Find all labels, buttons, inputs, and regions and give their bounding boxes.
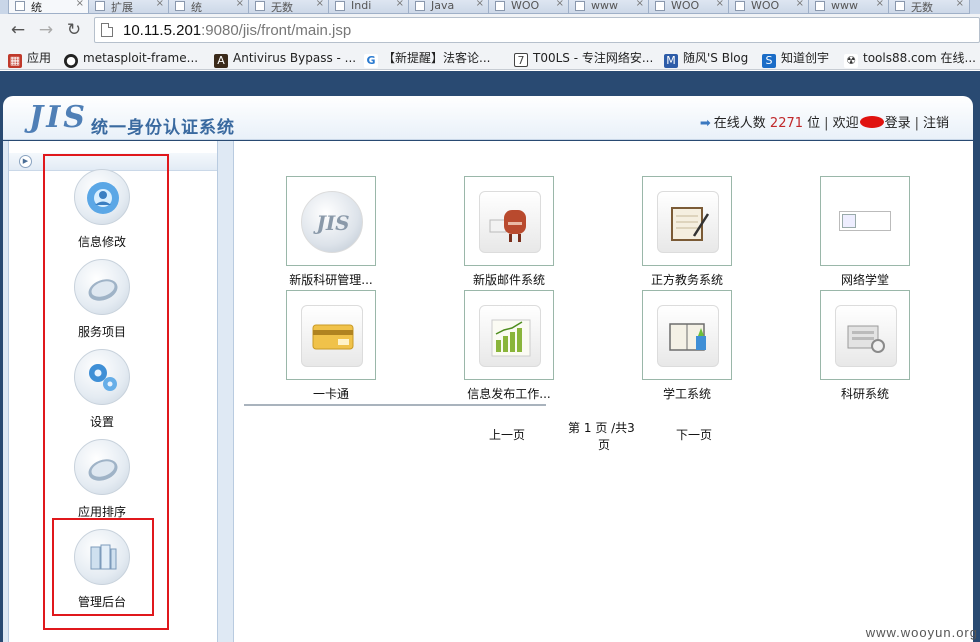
bookmark-item[interactable]: G 【新提醒】法客论... [364, 49, 490, 68]
research-icon [835, 305, 897, 367]
app-tile[interactable]: 科研系统 [798, 290, 918, 401]
highlight-box-admin [52, 518, 154, 616]
bookmark-icon: A [214, 54, 228, 68]
bookmark-item[interactable]: 7 T00LS - 专注网络安... [514, 49, 653, 67]
app-tile[interactable]: 新版邮件系统 [442, 176, 562, 287]
browser-tab[interactable]: Java × [408, 0, 490, 14]
page-icon [175, 1, 185, 11]
site-header: JIS 统一身份认证系统 ➡ 在线人数 2271 位 | 欢迎 登录 | 注销 [3, 96, 973, 140]
pager-divider [244, 404, 546, 406]
page-icon [815, 1, 825, 11]
book-icon [657, 305, 719, 367]
github-icon: ● [64, 54, 78, 68]
page-icon [255, 1, 265, 11]
page-icon [735, 1, 745, 11]
page-icon [335, 1, 345, 11]
close-icon[interactable]: × [716, 0, 724, 9]
browser-tab[interactable]: WOO × [648, 0, 730, 14]
app-tile[interactable]: 正方教务系统 [620, 176, 740, 287]
bookmarks-bar: ▦ 应用 ● metasploit-frame... A Antivirus Bypa… [0, 46, 980, 70]
play-icon[interactable]: ▶ [19, 155, 32, 168]
app-grid: JIS 新版科研管理... 新版邮件系统 正方教务系统 网络学堂 一卡通 信息发… [233, 141, 973, 642]
radiation-icon: ☢ [844, 54, 858, 68]
bookmark-apps[interactable]: ▦ 应用 [8, 49, 51, 68]
next-page-link[interactable]: 下一页 [676, 426, 712, 443]
app-tile[interactable]: 一卡通 [264, 290, 384, 401]
app-tile[interactable]: JIS 新版科研管理... [264, 176, 384, 287]
slash-icon: 7 [514, 53, 528, 67]
address-bar[interactable]: 10.11.5.201:9080/jis/front/main.jsp [94, 17, 980, 43]
page-icon [95, 1, 105, 11]
site-logo: JIS [29, 100, 88, 135]
page-indicator: 第 1 页 /共3 页 [568, 421, 635, 452]
mailbox-icon [479, 191, 541, 253]
browser-tab[interactable]: 无数 × [248, 0, 330, 14]
browser-tab-strip: 统 × 扩展 × 统 × 无数 × Indi × Java × WOO × www × WOO ×… [0, 0, 980, 14]
browser-tab[interactable]: www × [808, 0, 890, 14]
prev-page-link[interactable]: 上一页 [489, 426, 525, 443]
bookmark-item[interactable]: M 随风'S Blog [664, 49, 748, 68]
browser-tab[interactable]: 统 × [168, 0, 250, 14]
site-title: 统一身份认证系统 [91, 118, 235, 138]
url-text: 10.11.5.201:9080/jis/front/main.jsp [123, 22, 352, 39]
svg-text:JIS: JIS [312, 211, 349, 235]
close-icon[interactable]: × [796, 0, 804, 9]
close-icon[interactable]: × [476, 0, 484, 9]
bookmark-item[interactable]: ☢ tools88.com 在线... [844, 49, 976, 68]
app-tile[interactable]: 学工系统 [620, 290, 740, 401]
refresh-icon: G [364, 54, 378, 68]
page-icon [15, 1, 25, 11]
app-tile[interactable]: 信息发布工作... [442, 290, 562, 401]
close-icon[interactable]: × [76, 0, 84, 9]
page-icon [415, 1, 425, 11]
close-icon[interactable]: × [236, 0, 244, 9]
m-icon: M [664, 54, 678, 68]
close-icon[interactable]: × [956, 0, 964, 9]
browser-tab[interactable]: WOO × [728, 0, 810, 14]
page-icon [895, 1, 905, 11]
arrow-right-icon: ➡ [699, 116, 711, 131]
close-icon[interactable]: × [316, 0, 324, 9]
online-count: 2271 [769, 116, 804, 131]
browser-tab[interactable]: Indi × [328, 0, 410, 14]
back-arrow-icon[interactable]: ← [8, 20, 28, 40]
forward-arrow-icon[interactable]: → [36, 20, 56, 40]
browser-tab[interactable]: www × [568, 0, 650, 14]
s-icon: S [762, 54, 776, 68]
close-icon[interactable]: × [876, 0, 884, 9]
login-link[interactable]: 登录 [885, 116, 911, 131]
user-info-bar: ➡ 在线人数 2271 位 | 欢迎 登录 | 注销 [699, 116, 949, 131]
page-icon [575, 1, 585, 11]
page-icon [495, 1, 505, 11]
browser-tab[interactable]: 无数 × [888, 0, 970, 14]
close-icon[interactable]: × [396, 0, 404, 9]
reload-icon[interactable]: ↻ [64, 20, 84, 40]
bookmark-item[interactable]: ● metasploit-frame... [64, 49, 198, 68]
bookmark-item[interactable]: S 知道创宇 [762, 49, 829, 68]
page-icon [655, 1, 665, 11]
card-icon [301, 305, 363, 367]
browser-tab[interactable]: 统 × [8, 0, 90, 14]
bookmark-item[interactable]: A Antivirus Bypass - ... [214, 49, 356, 68]
broken-image-icon [839, 211, 891, 231]
browser-tab[interactable]: 扩展 × [88, 0, 170, 14]
close-icon[interactable]: × [556, 0, 564, 9]
browser-tab[interactable]: WOO × [488, 0, 570, 14]
watermark: www.wooyun.org [865, 625, 978, 640]
close-icon[interactable]: × [636, 0, 644, 9]
close-icon[interactable]: × [156, 0, 164, 9]
app-tile[interactable]: 网络学堂 [798, 176, 918, 287]
jis-logo-icon: JIS [301, 191, 363, 253]
apps-icon: ▦ [8, 54, 22, 68]
notepad-icon [657, 191, 719, 253]
logout-link[interactable]: 注销 [923, 116, 949, 131]
redacted-username [859, 116, 884, 128]
content-area: ▶ 信息修改 服务项目 设置 应用排序 管理后台 JIS 新版科研管理... 新… [3, 141, 973, 642]
page-icon [101, 23, 113, 37]
page-frame: JIS 统一身份认证系统 ➡ 在线人数 2271 位 | 欢迎 登录 | 注销 ▶ 信息修改 [0, 71, 980, 642]
bar-chart-icon [479, 305, 541, 367]
